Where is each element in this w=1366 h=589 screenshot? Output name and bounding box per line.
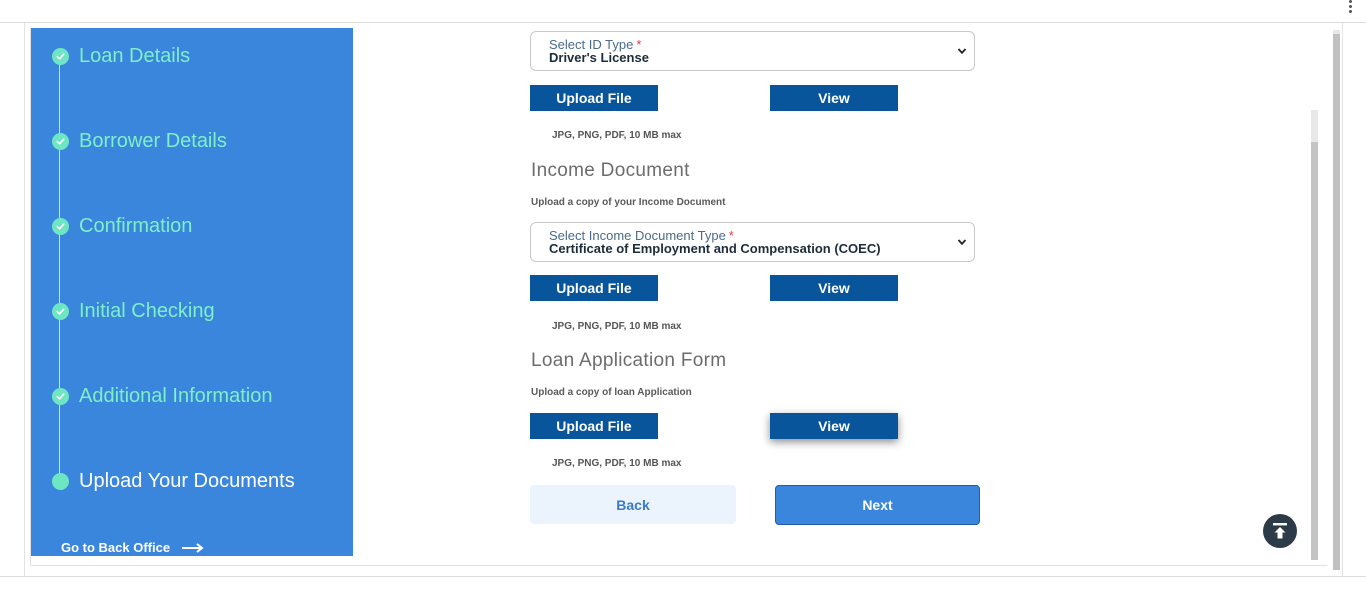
- back-button[interactable]: Back: [530, 485, 736, 524]
- income-document-type-select[interactable]: Select Income Document Type * Certificate…: [530, 222, 975, 262]
- step-loan-details[interactable]: Loan Details: [52, 44, 190, 68]
- step-upload-documents[interactable]: Upload Your Documents: [52, 469, 295, 493]
- loan-application-form-subtitle: Upload a copy of loan Application: [531, 387, 692, 398]
- check-circle-icon: [52, 302, 69, 320]
- id-upload-file-button[interactable]: Upload File: [530, 85, 658, 111]
- inner-scrollbar-thumb[interactable]: [1311, 142, 1318, 560]
- chevron-down-icon: [957, 48, 967, 55]
- next-button[interactable]: Next: [775, 485, 980, 525]
- id-view-button[interactable]: View: [770, 85, 898, 111]
- check-circle-icon: [52, 132, 69, 150]
- id-type-select[interactable]: Select ID Type * Driver's License: [530, 31, 975, 71]
- bottom-divider: [0, 576, 1366, 577]
- income-view-button[interactable]: View: [770, 275, 898, 301]
- income-upload-file-button[interactable]: Upload File: [530, 275, 658, 301]
- step-label: Additional Information: [79, 384, 273, 407]
- loan-form-file-hint: JPG, PNG, PDF, 10 MB max: [552, 458, 682, 469]
- check-circle-icon: [52, 217, 69, 235]
- step-borrower-details[interactable]: Borrower Details: [52, 129, 227, 153]
- income-type-select-value: Certificate of Employment and Compensati…: [549, 241, 881, 256]
- step-connector-line: [59, 58, 60, 478]
- step-confirmation[interactable]: Confirmation: [52, 214, 192, 238]
- step-label: Borrower Details: [79, 129, 227, 152]
- step-initial-checking[interactable]: Initial Checking: [52, 299, 215, 323]
- id-file-hint: JPG, PNG, PDF, 10 MB max: [552, 130, 682, 141]
- loan-form-upload-file-button[interactable]: Upload File: [530, 413, 658, 439]
- step-label: Loan Details: [79, 44, 191, 67]
- income-document-title: Income Document: [531, 160, 690, 181]
- arrow-right-icon: [182, 542, 204, 553]
- go-to-back-office-link[interactable]: Go to Back Office: [61, 540, 204, 555]
- back-office-label: Go to Back Office: [61, 540, 171, 555]
- income-document-subtitle: Upload a copy of your Income Document: [531, 197, 726, 208]
- outer-scrollbar-thumb[interactable]: [1333, 34, 1340, 570]
- loan-application-form-title: Loan Application Form: [531, 350, 727, 371]
- check-circle-icon: [52, 47, 69, 65]
- dot-icon: [52, 472, 69, 490]
- loan-form-view-button[interactable]: View: [770, 413, 898, 439]
- step-additional-information[interactable]: Additional Information: [52, 384, 272, 408]
- inner-bottom-border: [30, 565, 1327, 566]
- kebab-menu-icon[interactable]: [1349, 0, 1352, 15]
- scroll-to-top-button[interactable]: [1263, 514, 1297, 548]
- arrow-up-to-top-icon: [1273, 523, 1287, 539]
- chevron-down-icon: [957, 239, 967, 246]
- id-type-select-value: Driver's License: [549, 50, 649, 65]
- income-file-hint: JPG, PNG, PDF, 10 MB max: [552, 321, 682, 332]
- step-label: Confirmation: [79, 214, 193, 237]
- step-label: Upload Your Documents: [79, 469, 295, 492]
- check-circle-icon: [52, 387, 69, 405]
- step-label: Initial Checking: [79, 299, 215, 322]
